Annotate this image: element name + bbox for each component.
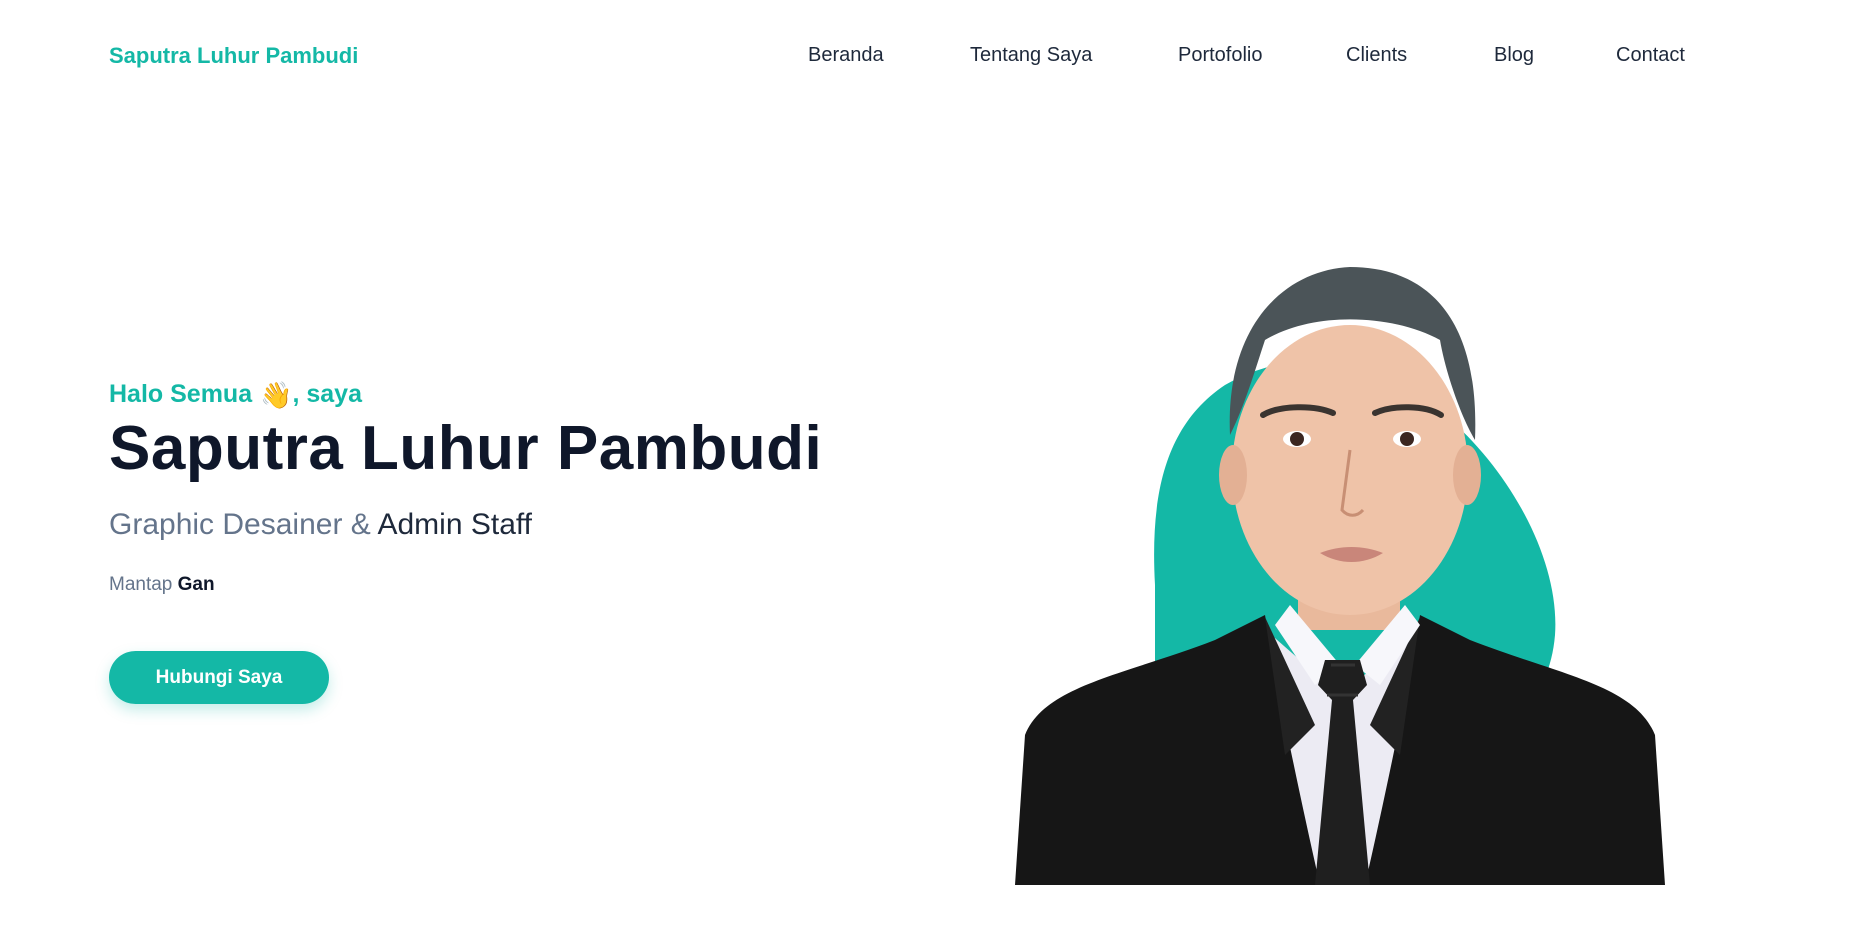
nav-link-clients[interactable]: Clients [1346,44,1407,67]
greeting-prefix: Halo Semua [109,380,253,408]
hero-section: Halo Semua 👋, saya Saputra Luhur Pambudi… [109,380,822,596]
portrait-illustration [1015,267,1665,885]
role-muted-text: Graphic Desainer & [109,508,371,541]
navbar: Saputra Luhur Pambudi Beranda Tentang Sa… [0,0,1849,112]
nav-link-blog[interactable]: Blog [1494,44,1534,67]
tagline-muted-text: Mantap [109,574,173,595]
hero-name-heading: Saputra Luhur Pambudi [109,414,823,483]
role-strong-text: Admin Staff [377,508,533,541]
nav-link-tentang-saya[interactable]: Tentang Saya [970,44,1092,67]
contact-me-button[interactable]: Hubungi Saya [109,651,329,704]
profile-photo [1015,255,1665,885]
waving-hand-icon: 👋 [260,379,293,410]
nav-link-portofolio[interactable]: Portofolio [1178,44,1263,67]
nav-link-beranda[interactable]: Beranda [808,44,884,67]
brand-logo-link[interactable]: Saputra Luhur Pambudi [109,43,358,69]
tagline-bold-text: Gan [177,574,215,595]
hero-greeting: Halo Semua 👋, saya [109,380,822,409]
nav-link-contact[interactable]: Contact [1616,44,1685,67]
hero-role: Graphic Desainer & Admin Staff [109,508,822,542]
greeting-suffix: , saya [292,380,362,408]
hero-tagline: Mantap Gan [109,574,822,596]
portrait-face [1232,325,1468,615]
